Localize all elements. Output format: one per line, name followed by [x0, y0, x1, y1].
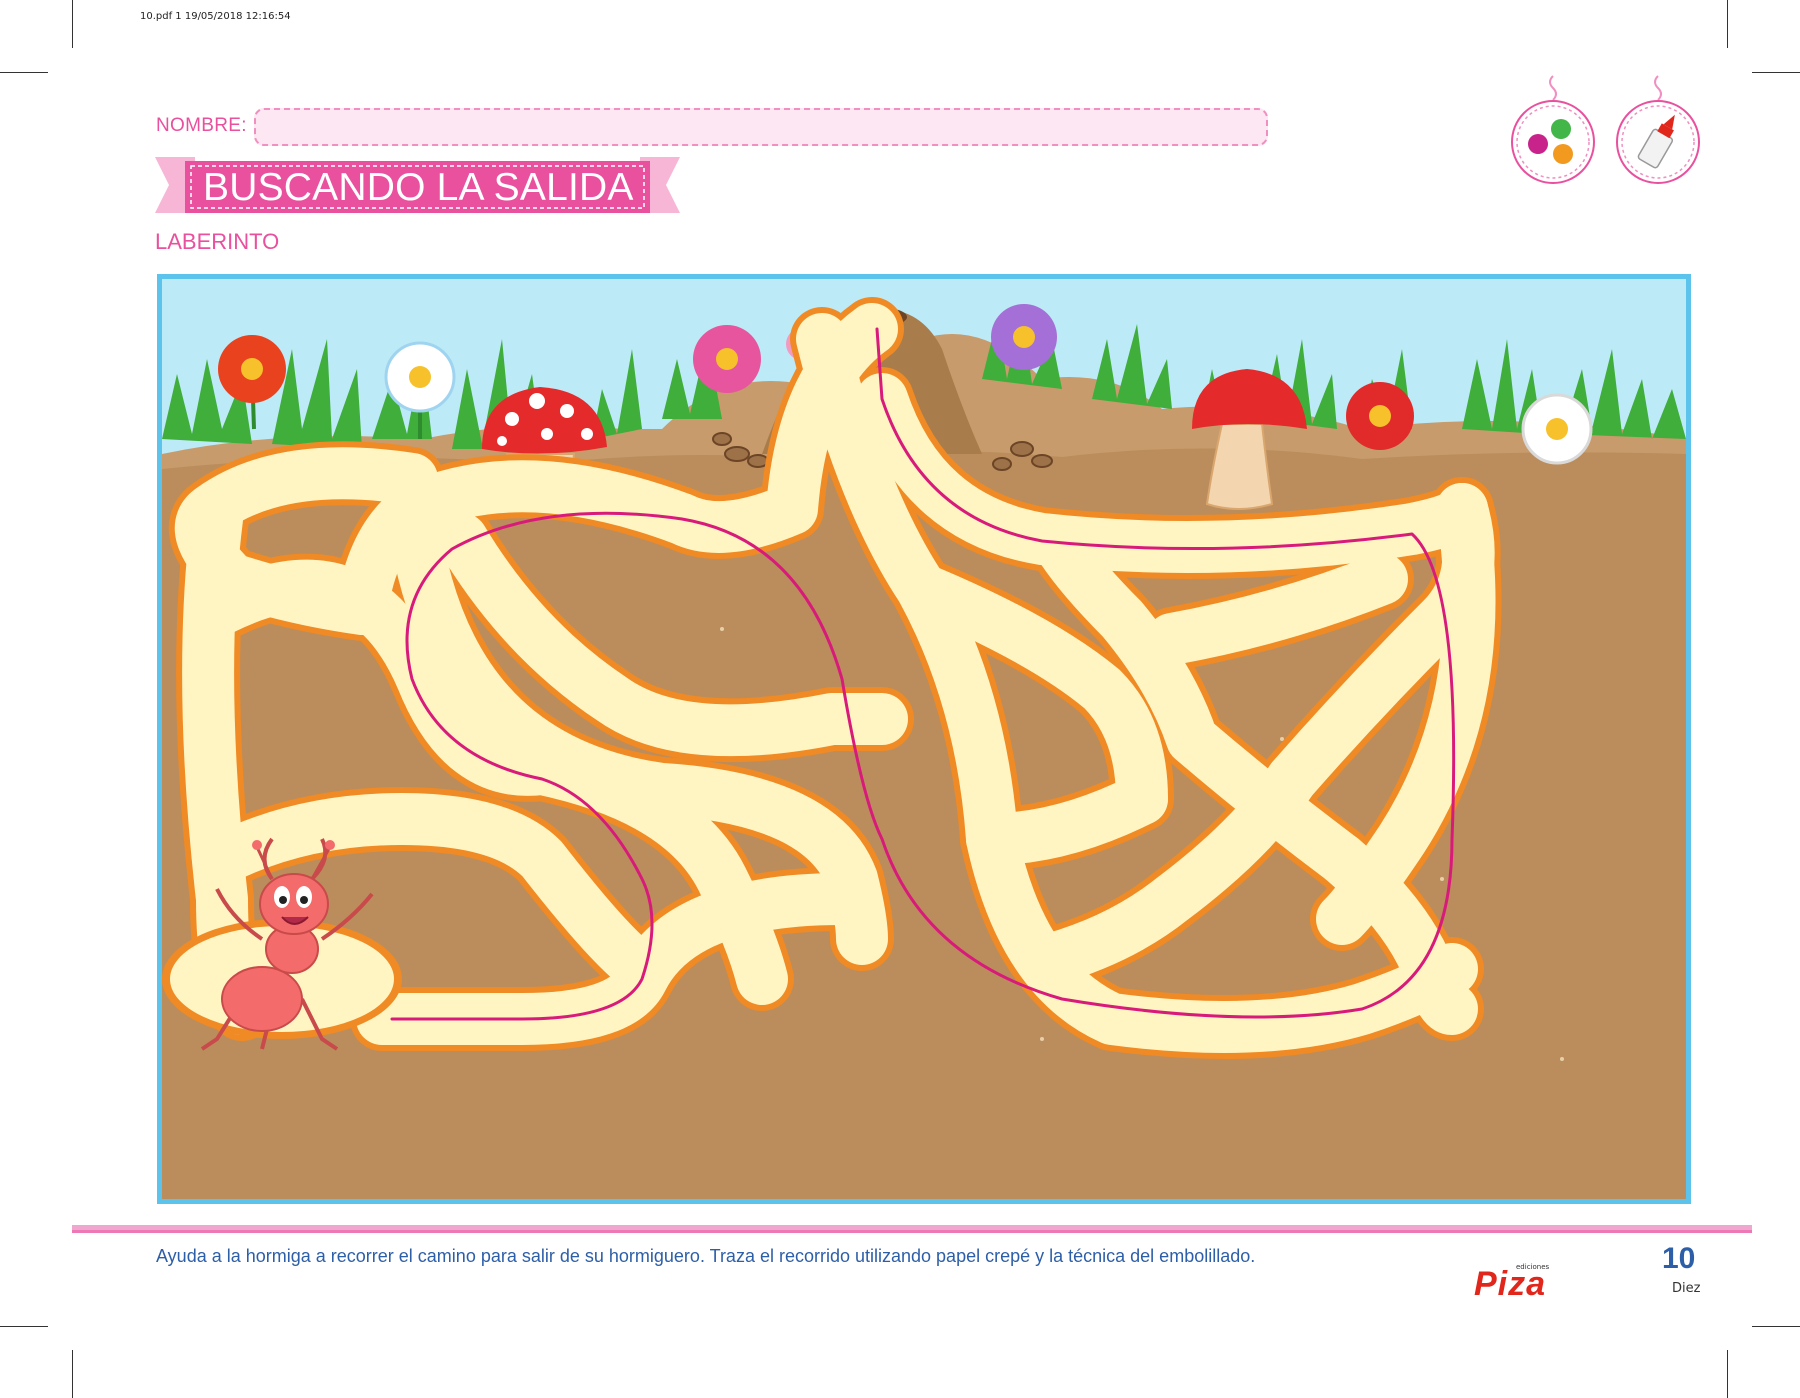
flower-red-right — [1346, 382, 1414, 450]
footer-rule — [72, 1225, 1752, 1233]
print-header: 10.pdf 1 19/05/2018 12:16:54 — [140, 11, 291, 22]
badge-glue — [1610, 70, 1710, 190]
paint-palette-icon — [1511, 75, 1595, 184]
crop-mark — [72, 0, 73, 48]
crop-mark — [72, 1350, 73, 1398]
publisher-logo: ediciones Piza — [1472, 1247, 1562, 1303]
crop-mark — [1752, 72, 1800, 73]
crop-mark — [1752, 1326, 1800, 1327]
badge-paint — [1505, 70, 1605, 190]
name-row: NOMBRE: — [156, 108, 1268, 146]
flower-purple — [991, 304, 1057, 370]
name-input[interactable] — [254, 108, 1268, 146]
page-subtitle: LABERINTO — [155, 229, 280, 254]
page-number-word: Diez — [1672, 1281, 1701, 1296]
crop-mark — [1727, 0, 1728, 48]
page-number: 10 — [1662, 1242, 1696, 1275]
maze-illustration — [157, 274, 1691, 1204]
instructions: Ayuda a la hormiga a recorrer el camino … — [156, 1246, 1256, 1266]
maze-scene — [162, 279, 1686, 1199]
publisher-name: Piza — [1474, 1265, 1547, 1303]
page-title: BUSCANDO LA SALIDA — [203, 166, 634, 209]
glue-bottle-icon — [1616, 75, 1700, 184]
title-ribbon: BUSCANDO LA SALIDA — [155, 155, 680, 219]
crop-mark — [0, 72, 48, 73]
flower-white-right — [1521, 393, 1593, 465]
crop-mark — [0, 1326, 48, 1327]
name-label: NOMBRE: — [156, 115, 247, 136]
crop-mark — [1727, 1350, 1728, 1398]
